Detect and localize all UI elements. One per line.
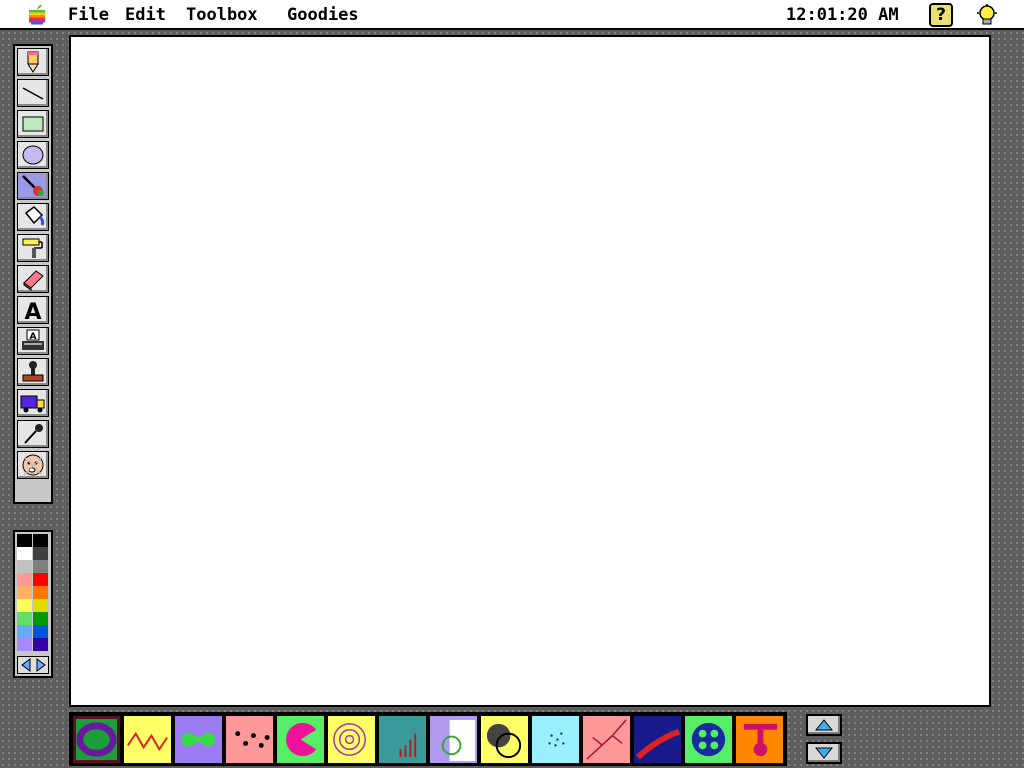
eyedropper-icon <box>24 424 43 444</box>
color-swatch[interactable] <box>33 625 48 638</box>
strip-scroll-up-button[interactable] <box>806 714 842 736</box>
brush-bars[interactable] <box>378 715 427 764</box>
paintbrush-icon <box>22 175 44 196</box>
color-swatch[interactable] <box>17 638 32 651</box>
eraser-icon <box>23 270 44 291</box>
brush-spiral[interactable] <box>327 715 376 764</box>
color-swatch[interactable] <box>33 612 48 625</box>
brush-branches[interactable] <box>582 715 631 764</box>
moving-van-tool[interactable] <box>17 389 49 417</box>
rectangle-tool[interactable] <box>17 110 49 138</box>
brush-bubble[interactable] <box>429 715 478 764</box>
color-swatch[interactable] <box>33 586 48 599</box>
face-icon <box>22 454 44 476</box>
paint-bucket-tool[interactable] <box>17 203 49 231</box>
oval-tool[interactable] <box>17 141 49 169</box>
arrow-left-icon[interactable] <box>19 658 33 672</box>
brush-button[interactable] <box>684 715 733 764</box>
svg-text:A: A <box>30 332 37 342</box>
rubber-stamp-tool[interactable] <box>17 358 49 386</box>
color-swatch[interactable] <box>17 599 32 612</box>
brush-dots[interactable] <box>225 715 274 764</box>
svg-text:A: A <box>24 300 41 322</box>
menu-edit[interactable]: Edit <box>125 3 166 27</box>
menu-bar: File Edit Toolbox Goodies 12:01:20 AM ? <box>0 0 1024 30</box>
toolbox-panel: A A <box>13 44 53 504</box>
letter-a-icon: A <box>24 300 41 322</box>
paint-bucket-icon <box>24 206 45 226</box>
color-swatch[interactable] <box>33 599 48 612</box>
scroll-down-icon <box>814 747 834 759</box>
brush-purple-swirl[interactable] <box>72 715 121 764</box>
pencil-tool[interactable] <box>17 48 49 76</box>
color-swatch[interactable] <box>33 573 48 586</box>
strip-scroll-down-button[interactable] <box>806 742 842 764</box>
magic-brush-tool[interactable] <box>17 172 49 200</box>
color-palette <box>13 530 53 678</box>
eraser-tool[interactable] <box>17 265 49 293</box>
truck-icon <box>20 395 45 413</box>
pencil-icon <box>27 51 39 73</box>
arrow-right-icon[interactable] <box>34 658 48 672</box>
apple-menu-icon[interactable] <box>26 3 48 25</box>
color-swatch[interactable] <box>17 534 32 547</box>
brush-zigzag[interactable] <box>123 715 172 764</box>
text-tool[interactable]: A <box>17 296 49 324</box>
eyedropper-tool[interactable] <box>17 420 49 448</box>
menu-goodies[interactable]: Goodies <box>287 3 359 27</box>
menubar-clock: 12:01:20 AM <box>786 5 899 25</box>
menu-file[interactable]: File <box>68 3 109 27</box>
brush-drips[interactable] <box>735 715 784 764</box>
line-tool[interactable] <box>17 79 49 107</box>
rectangle-icon <box>22 116 44 132</box>
typewriter-tool[interactable]: A <box>17 327 49 355</box>
help-question-icon[interactable]: ? <box>929 3 953 27</box>
brush-green-blobs[interactable] <box>174 715 223 764</box>
scroll-up-icon <box>814 719 834 731</box>
color-swatch[interactable] <box>33 547 48 560</box>
palette-scroll <box>17 656 49 674</box>
line-icon <box>22 87 44 100</box>
typewriter-icon: A <box>22 329 44 350</box>
color-swatch[interactable] <box>33 638 48 651</box>
oval-icon <box>22 145 44 165</box>
color-swatch[interactable] <box>17 612 32 625</box>
drawing-canvas[interactable] <box>69 35 991 707</box>
menu-toolbox[interactable]: Toolbox <box>186 3 258 27</box>
color-swatch[interactable] <box>17 586 32 599</box>
color-swatch[interactable] <box>17 625 32 638</box>
roller-tool[interactable] <box>17 234 49 262</box>
brush-checker-ball[interactable] <box>480 715 529 764</box>
lightbulb-icon[interactable] <box>974 3 1000 29</box>
undo-guy-tool[interactable] <box>17 451 49 479</box>
brush-red-stroke[interactable] <box>633 715 682 764</box>
color-swatch[interactable] <box>17 573 32 586</box>
brush-pacman[interactable] <box>276 715 325 764</box>
stamp-icon <box>22 361 44 382</box>
color-swatch[interactable] <box>17 547 32 560</box>
color-swatch[interactable] <box>33 560 48 573</box>
color-swatch[interactable] <box>17 560 32 573</box>
brush-spray[interactable] <box>531 715 580 764</box>
paint-roller-icon <box>22 238 43 258</box>
brush-options-strip <box>69 712 787 766</box>
color-swatch[interactable] <box>33 534 48 547</box>
